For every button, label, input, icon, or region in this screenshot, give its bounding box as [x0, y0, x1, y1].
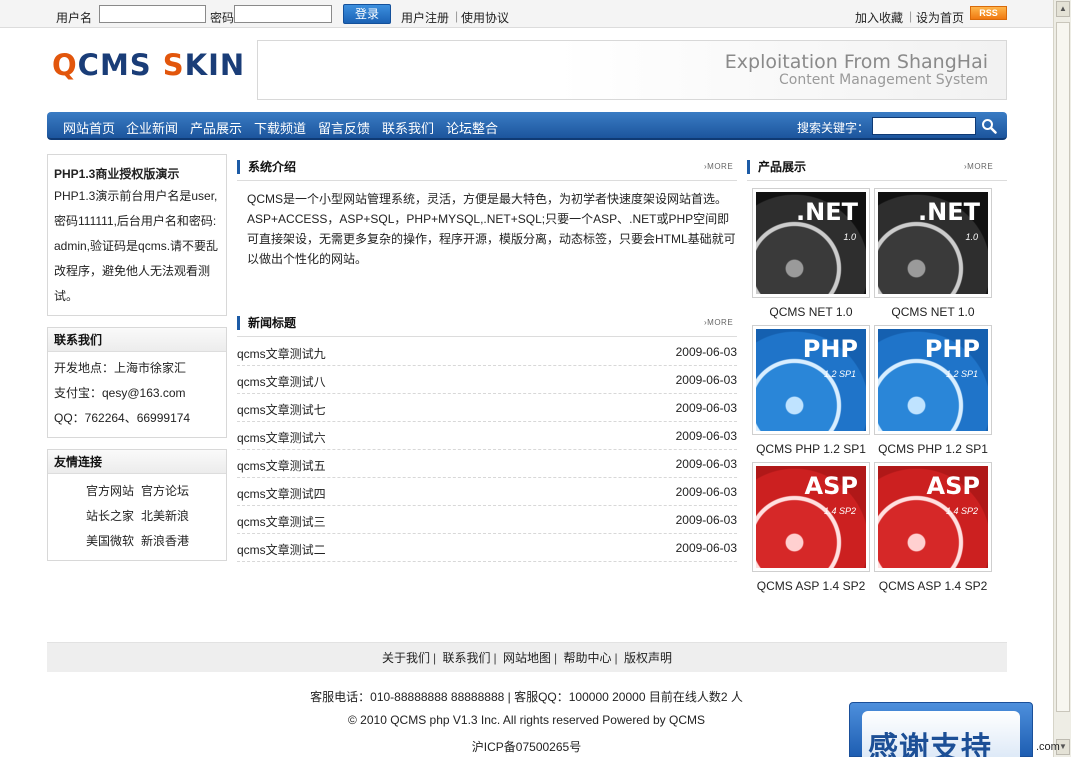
contact-box: 联系我们 开发地点：上海市徐家汇 支付宝：qesy@163.com QQ：762… — [47, 327, 227, 438]
contact-alipay: 支付宝：qesy@163.com — [54, 386, 186, 400]
friend-links-title: 友情连接 — [48, 450, 226, 474]
product-image[interactable]: .NET 1.0 — [756, 192, 866, 294]
nav-item-contact[interactable]: 联系我们 — [382, 118, 434, 137]
divider — [237, 336, 737, 337]
product-name[interactable]: QCMS ASP 1.4 SP2 — [874, 579, 992, 593]
products-more-link[interactable]: ›MORE — [964, 162, 993, 171]
scrollbar-thumb[interactable] — [1056, 22, 1070, 712]
product-card[interactable]: ASP 1.4 SP2 QCMS ASP 1.4 SP2 — [752, 462, 870, 593]
footer-link-about[interactable]: 关于我们 — [382, 651, 430, 665]
friend-link[interactable]: 北美新浪 — [141, 509, 189, 523]
friend-link[interactable]: 官方论坛 — [141, 484, 189, 498]
product-card[interactable]: .NET 1.0 QCMS NET 1.0 — [752, 188, 870, 319]
login-button[interactable]: 登录 — [343, 4, 391, 24]
contact-title: 联系我们 — [48, 328, 226, 352]
intro-box: PHP1.3商业授权版演示 PHP1.3演示前台用户名是user,密码11111… — [47, 154, 227, 316]
username-input[interactable] — [99, 5, 206, 23]
register-link[interactable]: 用户注册 — [401, 9, 449, 26]
site-logo[interactable]: QCMS SKIN — [52, 48, 245, 82]
intro-body: PHP1.3演示前台用户名是user,密码111111,后台用户名和密码:adm… — [54, 189, 219, 303]
footer-link-copyright[interactable]: 版权声明 — [624, 651, 672, 665]
search-label: 搜索关键字： — [797, 121, 870, 135]
news-item[interactable]: qcms文章测试五 2009-06-03 — [237, 450, 737, 478]
footer-links: 关于我们 | 联系我们 | 网站地图 | 帮助中心 | 版权声明 — [47, 642, 1007, 672]
products-title: 产品展示 — [747, 160, 806, 174]
product-card[interactable]: PHP 1.2 SP1 QCMS PHP 1.2 SP1 — [874, 325, 992, 456]
product-name[interactable]: QCMS PHP 1.2 SP1 — [752, 442, 870, 456]
intro-title: PHP1.3商业授权版演示 — [54, 167, 180, 181]
product-card[interactable]: .NET 1.0 QCMS NET 1.0 — [874, 188, 992, 319]
product-image[interactable]: PHP 1.2 SP1 — [878, 329, 988, 431]
nav-item-downloads[interactable]: 下载频道 — [254, 118, 306, 137]
news-item[interactable]: qcms文章测试四 2009-06-03 — [237, 478, 737, 506]
footer-link-contact[interactable]: 联系我们 — [443, 651, 491, 665]
divider — [747, 180, 1007, 181]
nav-item-products[interactable]: 产品展示 — [190, 118, 242, 137]
main-nav: 网站首页 企业新闻 产品展示 下载频道 留言反馈 联系我们 论坛整合 搜索关键字… — [47, 112, 1007, 140]
friend-link[interactable]: 新浪香港 — [141, 534, 189, 548]
contact-address: 开发地点：上海市徐家汇 — [54, 361, 187, 375]
news-item[interactable]: qcms文章测试六 2009-06-03 — [237, 422, 737, 450]
news-item[interactable]: qcms文章测试九 2009-06-03 — [237, 338, 737, 366]
password-label: 密码 — [210, 11, 235, 25]
system-intro-more-link[interactable]: ›MORE — [704, 162, 733, 171]
header-banner: Exploitation From ShangHai Content Manag… — [257, 40, 1007, 100]
search-icon[interactable] — [981, 118, 997, 134]
nav-item-news[interactable]: 企业新闻 — [126, 118, 178, 137]
product-name[interactable]: QCMS ASP 1.4 SP2 — [752, 579, 870, 593]
contact-qq: QQ：762264、66999174 — [54, 411, 191, 425]
friend-link[interactable]: 美国微软 — [86, 534, 134, 548]
system-intro-title: 系统介绍 — [237, 160, 296, 174]
floating-ad[interactable]: 感谢支持 — [849, 702, 1033, 757]
rss-icon[interactable]: RSS — [970, 6, 1007, 20]
nav-item-feedback[interactable]: 留言反馈 — [318, 118, 370, 137]
news-item[interactable]: qcms文章测试八 2009-06-03 — [237, 366, 737, 394]
news-title: 新闻标题 — [237, 316, 296, 330]
product-image[interactable]: ASP 1.4 SP2 — [878, 466, 988, 568]
product-name[interactable]: QCMS PHP 1.2 SP1 — [874, 442, 992, 456]
friend-link[interactable]: 官方网站 — [86, 484, 134, 498]
username-label: 用户名 — [56, 11, 93, 25]
footer-link-sitemap[interactable]: 网站地图 — [503, 651, 551, 665]
separator: | — [909, 9, 913, 23]
product-image[interactable]: PHP 1.2 SP1 — [756, 329, 866, 431]
vertical-scrollbar[interactable]: ▲ ▼ — [1053, 0, 1071, 757]
product-card[interactable]: ASP 1.4 SP2 QCMS ASP 1.4 SP2 — [874, 462, 992, 593]
set-homepage-link[interactable]: 设为首页 — [916, 9, 964, 26]
password-input[interactable] — [234, 5, 332, 23]
scroll-up-icon[interactable]: ▲ — [1056, 1, 1070, 17]
product-image[interactable]: ASP 1.4 SP2 — [756, 466, 866, 568]
nav-item-home[interactable]: 网站首页 — [63, 118, 115, 137]
banner-line-2: Content Management System — [778, 72, 988, 88]
divider — [237, 180, 737, 181]
system-intro-text: QCMS是一个小型网站管理系统，灵活，方便是最大特色，为初学者快速度架设网站首选… — [247, 192, 736, 266]
floating-ad-suffix: .com — [1036, 741, 1060, 753]
product-name[interactable]: QCMS NET 1.0 — [874, 305, 992, 319]
news-more-link[interactable]: ›MORE — [704, 318, 733, 327]
search-input[interactable] — [872, 117, 976, 135]
floating-ad-text[interactable]: 感谢支持 — [868, 723, 992, 757]
footer-link-help[interactable]: 帮助中心 — [563, 651, 611, 665]
news-item[interactable]: qcms文章测试三 2009-06-03 — [237, 506, 737, 534]
friend-link[interactable]: 站长之家 — [86, 509, 134, 523]
product-image[interactable]: .NET 1.0 — [878, 192, 988, 294]
news-item[interactable]: qcms文章测试二 2009-06-03 — [237, 534, 737, 562]
banner-line-1: Exploitation From ShangHai — [724, 51, 988, 73]
separator: | — [455, 9, 459, 23]
product-name[interactable]: QCMS NET 1.0 — [752, 305, 870, 319]
product-card[interactable]: PHP 1.2 SP1 QCMS PHP 1.2 SP1 — [752, 325, 870, 456]
news-item[interactable]: qcms文章测试七 2009-06-03 — [237, 394, 737, 422]
nav-item-forum[interactable]: 论坛整合 — [446, 118, 498, 137]
news-list: qcms文章测试九 2009-06-03 qcms文章测试八 2009-06-03 … — [237, 338, 737, 562]
bookmark-link[interactable]: 加入收藏 — [855, 9, 903, 26]
top-bar: 用户名 密码 登录 用户注册 | 使用协议 加入收藏 | 设为首页 RSS — [0, 0, 1053, 28]
friend-links-box: 友情连接 官方网站 官方论坛 站长之家 北美新浪 美国微软 新浪香港 — [47, 449, 227, 561]
terms-link[interactable]: 使用协议 — [461, 9, 509, 26]
